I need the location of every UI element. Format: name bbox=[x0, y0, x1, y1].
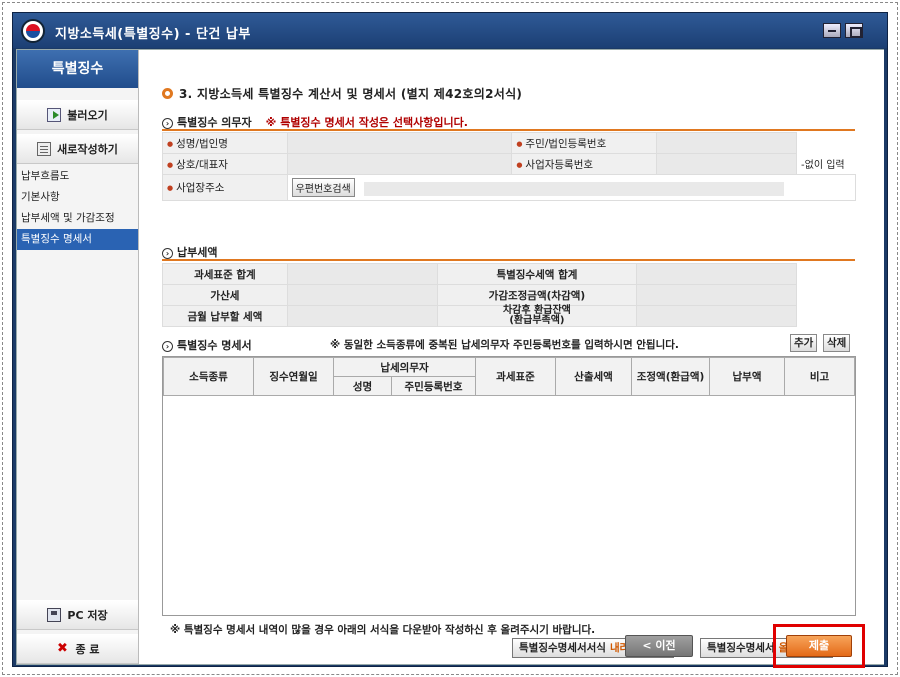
tax-amount-heading: › 납부세액 bbox=[162, 244, 217, 260]
adjustment-label: 가감조정금액(차감액) bbox=[436, 284, 638, 306]
submit-highlight-box: 제출 bbox=[773, 624, 865, 668]
document-icon bbox=[37, 142, 52, 156]
col-income-type: 소득종류 bbox=[163, 357, 254, 396]
government-emblem-icon bbox=[21, 19, 45, 43]
chevron-right-icon: › bbox=[162, 341, 173, 352]
refund-balance-label: 차감후 환급잔액 (환급부족액) bbox=[436, 305, 638, 327]
col-collection-date: 징수연월일 bbox=[253, 357, 334, 396]
col-taxpayer-rrn: 주민등록번호 bbox=[391, 376, 476, 396]
load-button[interactable]: 불러오기 bbox=[17, 100, 138, 130]
maximize-button[interactable] bbox=[845, 23, 863, 38]
window-title: 지방소득세(특별징수) - 단건 납부 bbox=[55, 27, 251, 42]
statement-table: 소득종류 징수연월일 납세의무자 과세표준 산출세액 조정액(환급액) 납부액 … bbox=[162, 356, 856, 616]
sidebar-item-tax-adjustment[interactable]: 납부세액 및 가감조정 bbox=[17, 208, 138, 229]
special-tax-total-label: 특별징수세액 합계 bbox=[436, 263, 638, 285]
col-tax-base: 과세표준 bbox=[475, 357, 556, 396]
trade-name-label: 상호/대표자 bbox=[162, 153, 288, 175]
resident-no-label: 주민/법인등록번호 bbox=[511, 132, 658, 154]
chevron-right-icon: › bbox=[162, 248, 173, 259]
sidebar-item-payment-flow[interactable]: 납부흐름도 bbox=[17, 166, 138, 187]
delete-row-button[interactable]: 삭제 bbox=[823, 334, 851, 352]
trade-name-field[interactable]: - bbox=[286, 153, 513, 175]
name-field[interactable]: - bbox=[286, 132, 513, 154]
close-x-icon: ✖ bbox=[57, 641, 68, 656]
statement-heading-text: 특별징수 명세서 bbox=[177, 339, 252, 352]
name-label: 성명/법인명 bbox=[162, 132, 288, 154]
address-label: 사업장주소 bbox=[162, 174, 288, 201]
exit-button[interactable]: ✖ 종 료 bbox=[17, 634, 138, 664]
divider bbox=[162, 259, 855, 261]
col-remarks: 비고 bbox=[784, 357, 855, 396]
add-row-button[interactable]: 추가 bbox=[790, 334, 818, 352]
penalty-label: 가산세 bbox=[162, 284, 288, 306]
taxable-total-value: - bbox=[286, 263, 438, 285]
section-title-text: 3. 지방소득세 특별징수 계산서 및 명세서 (별지 제42호의2서식) bbox=[179, 87, 523, 101]
submit-button[interactable]: 제출 bbox=[786, 635, 852, 657]
sidebar: 특별징수 불러오기 새로작성하기 납부흐름도 기본사항 납부세액 및 가감조정 … bbox=[17, 50, 139, 664]
title-bar: 지방소득세(특별징수) - 단건 납부 bbox=[13, 13, 887, 48]
sidebar-item-statement[interactable]: 특별징수 명세서 bbox=[17, 229, 138, 250]
load-icon bbox=[47, 108, 62, 122]
col-payment: 납부액 bbox=[709, 357, 785, 396]
special-tax-total-value: - bbox=[636, 263, 798, 285]
refund-balance-line2: (환급부족액) bbox=[509, 315, 565, 326]
col-computed-tax: 산출세액 bbox=[555, 357, 632, 396]
obligor-heading-text: 특별징수 의무자 bbox=[177, 116, 252, 129]
divider bbox=[162, 129, 855, 131]
main-panel: 3. 지방소득세 특별징수 계산서 및 명세서 (별지 제42호의2서식) › 특… bbox=[140, 50, 884, 664]
col-adjusted-refund: 조정액(환급액) bbox=[631, 357, 710, 396]
download-template-text: 특별징수명세서서식 bbox=[519, 642, 606, 654]
resident-no-field[interactable]: - bbox=[656, 132, 798, 154]
app-window: 지방소득세(특별징수) - 단건 납부 특별징수 불러오기 새로작성하기 납부흐… bbox=[12, 12, 888, 667]
load-button-label: 불러오기 bbox=[67, 109, 108, 122]
payable-label: 금월 납부할 세액 bbox=[162, 305, 288, 327]
optional-warning: ※ 특별징수 명세서 작성은 선택사항입니다. bbox=[265, 116, 468, 129]
floppy-disk-icon bbox=[47, 608, 62, 622]
taxable-total-label: 과세표준 합계 bbox=[162, 263, 288, 285]
obligor-table: 성명/법인명 - 주민/법인등록번호 - 상호/대표자 - 사업자등록번호 - … bbox=[162, 132, 857, 201]
payable-value: - bbox=[286, 305, 438, 327]
sidebar-header: 특별징수 bbox=[17, 50, 138, 88]
bulk-upload-notice: ※ 특별징수 명세서 내역이 많을 경우 아래의 서식을 다운받아 작성하신 후… bbox=[170, 624, 596, 636]
pc-save-label: PC 저장 bbox=[67, 609, 108, 622]
minimize-button[interactable] bbox=[823, 23, 841, 38]
biz-no-label: 사업자등록번호 bbox=[511, 153, 658, 175]
section-title: 3. 지방소득세 특별징수 계산서 및 명세서 (별지 제42호의2서식) bbox=[162, 85, 522, 102]
new-document-button[interactable]: 새로작성하기 bbox=[17, 134, 138, 164]
no-hyphen-note: -없이 입력 bbox=[801, 160, 845, 172]
obligor-heading: › 특별징수 의무자 ※ 특별징수 명세서 작성은 선택사항입니다. bbox=[162, 114, 468, 130]
previous-button[interactable]: < 이전 bbox=[625, 635, 693, 657]
new-document-label: 새로작성하기 bbox=[57, 143, 118, 156]
refund-balance-value: - bbox=[636, 305, 798, 327]
sidebar-item-basic-info[interactable]: 기본사항 bbox=[17, 187, 138, 208]
duplicate-notice: ※ 동일한 소득종류에 중복된 납세의무자 주민등록번호를 입력하시면 안됩니다… bbox=[330, 339, 679, 351]
tax-amount-heading-text: 납부세액 bbox=[177, 246, 218, 259]
tax-amount-table: 과세표준 합계 - 특별징수세액 합계 - 가산세 - 가감조정금액(차감액) … bbox=[162, 263, 856, 327]
content-area: 특별징수 불러오기 새로작성하기 납부흐름도 기본사항 납부세액 및 가감조정 … bbox=[16, 49, 884, 665]
statement-heading: › 특별징수 명세서 bbox=[162, 337, 252, 353]
postcode-search-button[interactable]: 우편번호검색 bbox=[291, 178, 355, 197]
exit-label: 종 료 bbox=[75, 643, 100, 656]
col-taxpayer-name: 성명 bbox=[333, 376, 392, 396]
address-field[interactable] bbox=[364, 182, 785, 196]
sidebar-menu: 납부흐름도 기본사항 납부세액 및 가감조정 특별징수 명세서 bbox=[17, 166, 138, 250]
col-taxpayer: 납세의무자 bbox=[333, 357, 476, 377]
address-cell: 우편번호검색 bbox=[286, 174, 857, 201]
section-bullet-icon bbox=[162, 88, 173, 99]
adjustment-value: - bbox=[636, 284, 798, 306]
biz-no-field[interactable]: - bbox=[656, 153, 798, 175]
penalty-value[interactable]: - bbox=[286, 284, 438, 306]
upload-statement-text: 특별징수명세서 bbox=[707, 642, 775, 654]
chevron-right-icon: › bbox=[162, 118, 173, 129]
pc-save-button[interactable]: PC 저장 bbox=[17, 600, 138, 630]
statement-table-header: 소득종류 징수연월일 납세의무자 과세표준 산출세액 조정액(환급액) 납부액 … bbox=[163, 357, 855, 396]
